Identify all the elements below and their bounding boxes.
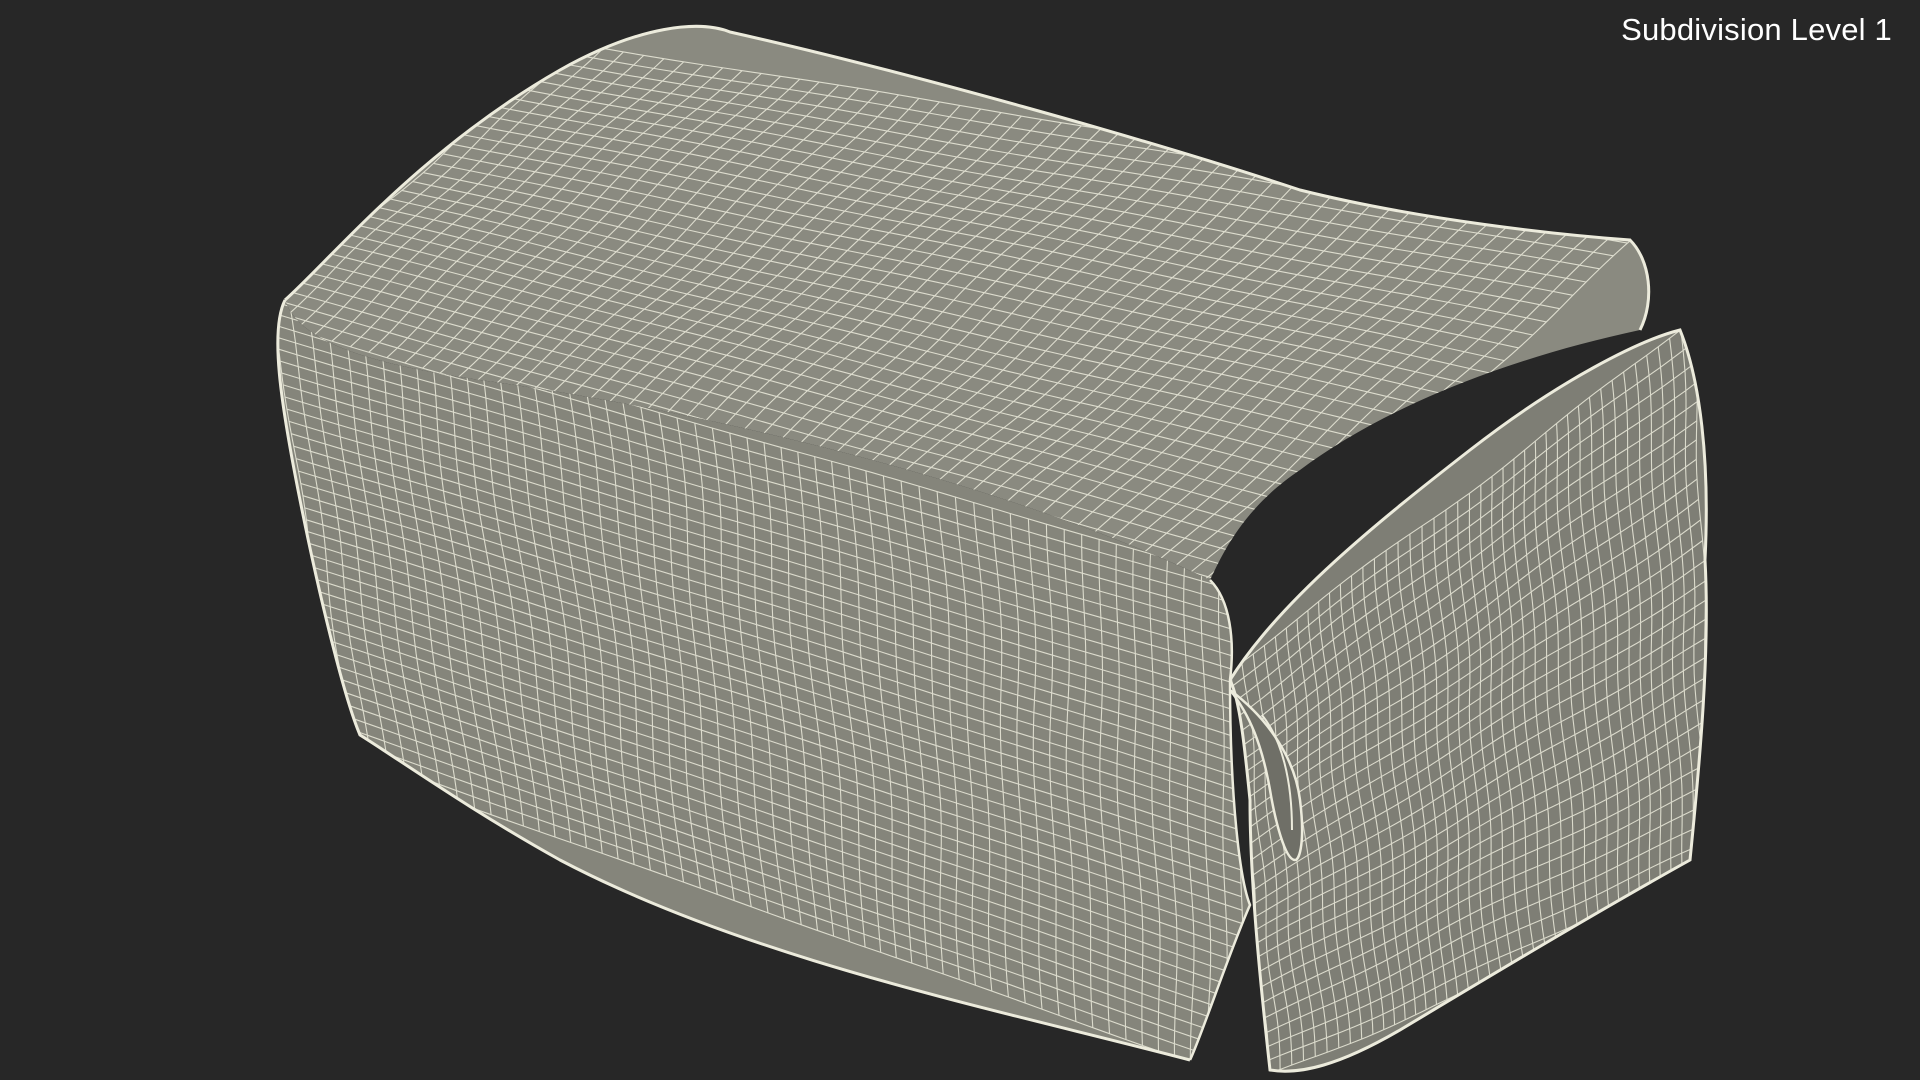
wireframe-render [276, 24, 1708, 1073]
3d-viewport[interactable]: Subdivision Level 1 [0, 0, 1920, 1080]
subdivision-level-label: Subdivision Level 1 [1621, 12, 1892, 47]
